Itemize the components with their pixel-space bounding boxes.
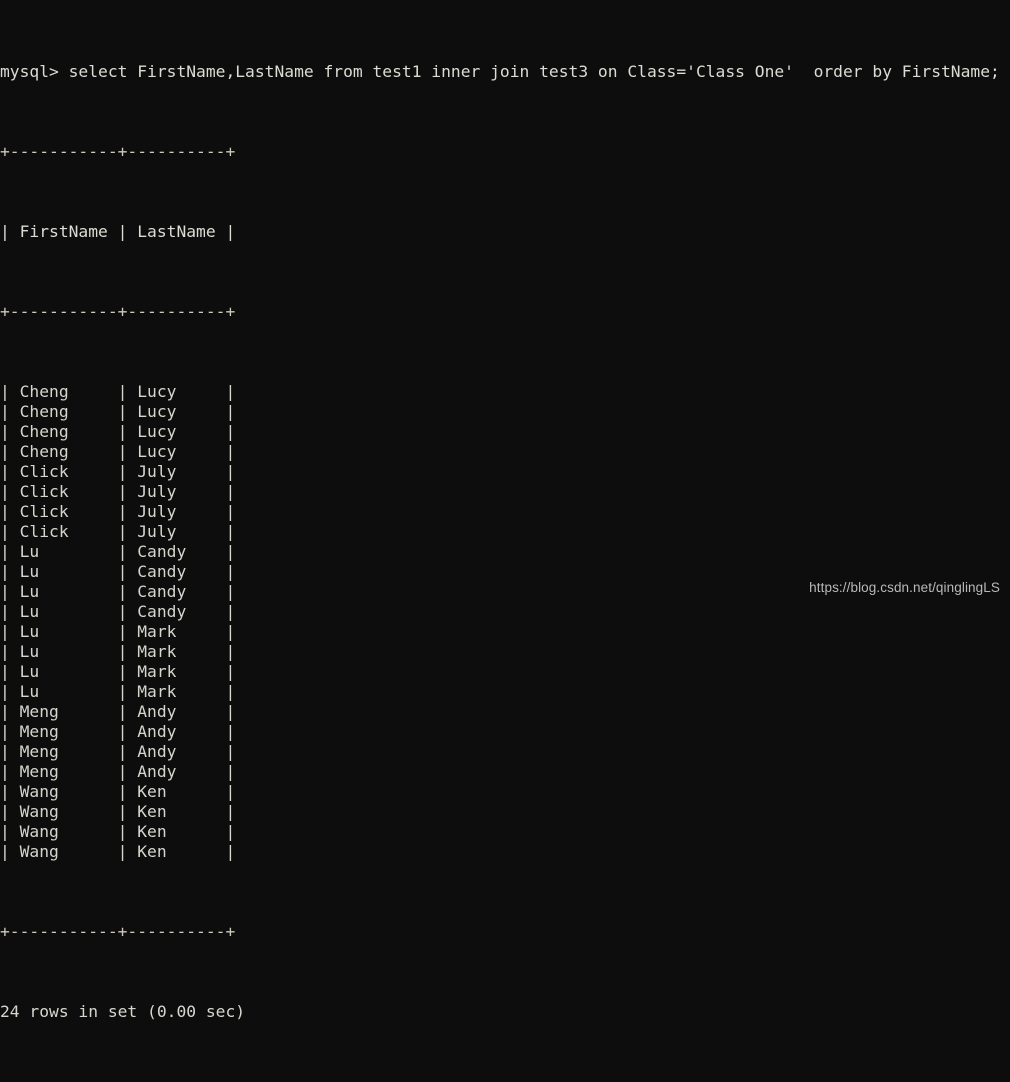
table-bottom-border: +-----------+----------+: [0, 922, 236, 941]
table-row: | Wang | Ken |: [0, 842, 236, 861]
table-row: | Meng | Andy |: [0, 702, 236, 721]
table-row: | Lu | Mark |: [0, 682, 236, 701]
table-row: | Lu | Mark |: [0, 622, 236, 641]
table-row: | Lu | Mark |: [0, 642, 236, 661]
table-body: | Cheng | Lucy | | Cheng | Lucy | | Cheng …: [0, 382, 1010, 862]
table-row: | Click | July |: [0, 482, 236, 501]
table-row: | Wang | Ken |: [0, 782, 236, 801]
terminal-window: mysql> select FirstName,LastName from te…: [0, 0, 1010, 1021]
table-row: | Click | July |: [0, 522, 236, 541]
table-row: | Cheng | Lucy |: [0, 422, 236, 441]
table-row: | Click | July |: [0, 502, 236, 521]
table-row: | Cheng | Lucy |: [0, 442, 236, 461]
watermark-text: https://blog.csdn.net/qinglingLS: [809, 580, 1000, 595]
table-row: | Meng | Andy |: [0, 762, 236, 781]
terminal-screen: mysql> select FirstName,LastName from te…: [0, 2, 1010, 1082]
table-row: | Lu | Mark |: [0, 662, 236, 681]
table-top-border: +-----------+----------+: [0, 142, 236, 161]
table-row: | Cheng | Lucy |: [0, 402, 236, 421]
table-row: | Lu | Candy |: [0, 602, 236, 621]
table-header-separator: +-----------+----------+: [0, 302, 236, 321]
table-row: | Lu | Candy |: [0, 542, 236, 561]
table-row: | Cheng | Lucy |: [0, 382, 236, 401]
result-status-text: 24 rows in set (0.00 sec): [0, 1002, 246, 1021]
table-row: | Click | July |: [0, 462, 236, 481]
table-row: | Wang | Ken |: [0, 802, 236, 821]
command-line: mysql> select FirstName,LastName from te…: [0, 62, 1000, 81]
table-row: | Meng | Andy |: [0, 742, 236, 761]
table-row: | Lu | Candy |: [0, 562, 236, 581]
table-row: | Meng | Andy |: [0, 722, 236, 741]
table-header-row: | FirstName | LastName |: [0, 222, 236, 241]
table-row: | Wang | Ken |: [0, 822, 236, 841]
